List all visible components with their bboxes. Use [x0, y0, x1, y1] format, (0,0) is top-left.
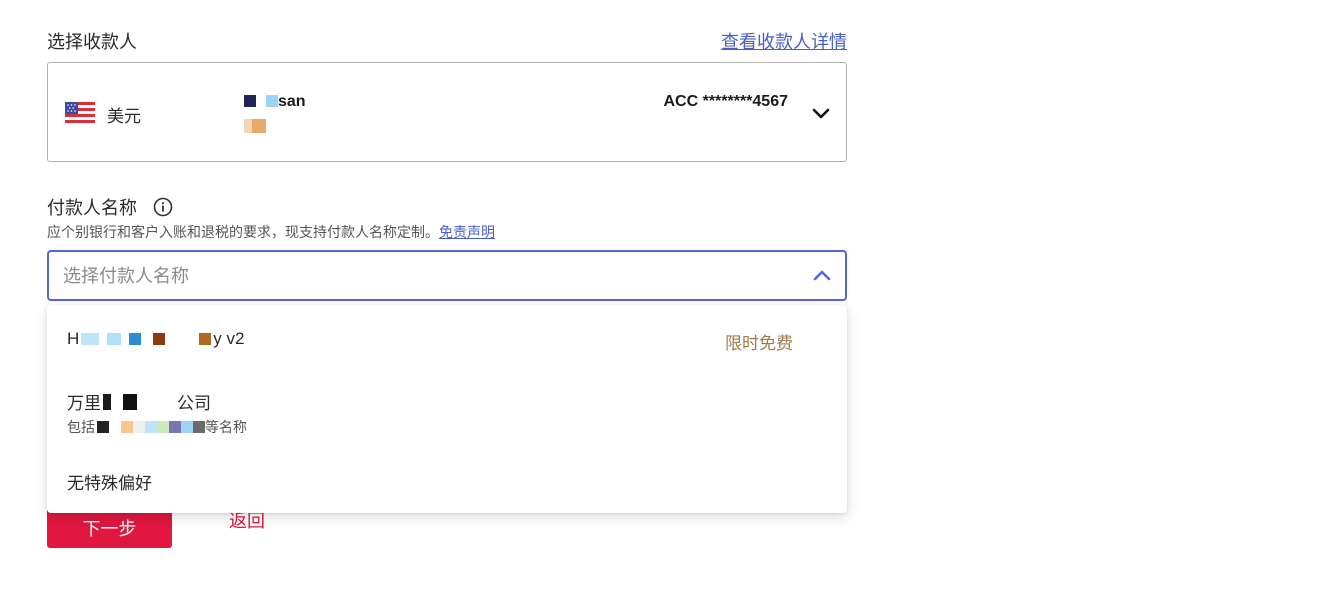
disclaimer-link[interactable]: 免责声明: [439, 224, 495, 240]
limited-free-badge: 限时免费: [725, 334, 793, 353]
payer-option-label: 万里 公司: [67, 394, 211, 413]
payee-name: san: [244, 93, 306, 111]
payer-description: 应个别银行和客户入账和退税的要求，现支持付款人名称定制。免责声明: [47, 222, 495, 242]
payer-option-label: 无特殊偏好: [67, 474, 152, 493]
chevron-down-icon[interactable]: [810, 105, 832, 121]
payer-option[interactable]: 万里 公司 包括 等名称: [47, 379, 847, 441]
payer-option-sublabel: 包括 等名称: [67, 419, 247, 435]
payee-name-suffix: san: [278, 93, 306, 110]
payment-form: 选择收款人 查看收款人详情 美元 san ACC ********4567 付款…: [47, 0, 847, 590]
us-flag-icon: [65, 102, 95, 124]
payer-name-dropdown: Hy v2 限时免费 万里 公司 包括 等名称 无特殊偏好: [47, 305, 847, 513]
payer-option[interactable]: 无特殊偏好: [47, 459, 847, 499]
payer-name-label: 付款人名称: [47, 198, 137, 218]
payer-option[interactable]: Hy v2 限时免费: [47, 319, 847, 363]
redaction-block: [266, 95, 278, 107]
info-icon[interactable]: [153, 197, 173, 217]
payee-currency: 美元: [107, 107, 141, 126]
payee-account-number: ACC ********4567: [663, 93, 788, 110]
payer-description-text: 应个别银行和客户入账和退税的要求，现支持付款人名称定制。: [47, 224, 439, 240]
payee-selector[interactable]: 美元 san ACC ********4567: [47, 62, 847, 162]
payee-section-label: 选择收款人: [47, 32, 137, 52]
payer-label-row: 付款人名称: [47, 194, 173, 220]
payer-name-select[interactable]: [47, 250, 847, 301]
payer-name-input[interactable]: [63, 264, 763, 288]
payee-header: 选择收款人 查看收款人详情: [47, 26, 847, 54]
redaction-block: [244, 95, 256, 107]
payer-option-label: Hy v2: [67, 329, 245, 348]
chevron-up-icon[interactable]: [811, 267, 833, 283]
view-payee-details-link[interactable]: 查看收款人详情: [721, 28, 847, 54]
payee-subinfo-redacted: [244, 119, 274, 133]
